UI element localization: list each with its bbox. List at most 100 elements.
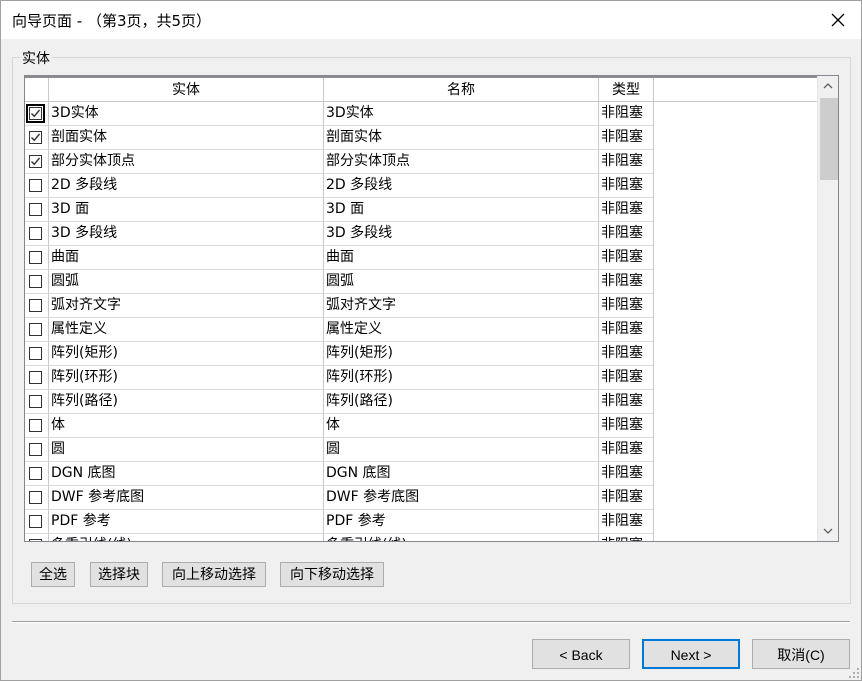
cancel-button[interactable]: 取消(C) bbox=[752, 639, 850, 669]
row-checkbox[interactable] bbox=[29, 323, 42, 336]
row-entity-cell[interactable]: PDF 参考 bbox=[49, 510, 324, 534]
header-entity[interactable]: 实体 bbox=[49, 78, 324, 102]
table-row[interactable]: 阵列(矩形) 阵列(矩形) 非阻塞 bbox=[25, 342, 817, 366]
row-entity-cell[interactable]: 曲面 bbox=[49, 246, 324, 270]
next-button[interactable]: Next > bbox=[642, 639, 740, 669]
row-name-cell[interactable]: 弧对齐文字 bbox=[324, 294, 599, 318]
header-type[interactable]: 类型 bbox=[599, 78, 654, 102]
row-type-cell[interactable]: 非阻塞 bbox=[599, 222, 654, 246]
row-entity-cell[interactable]: DGN 底图 bbox=[49, 462, 324, 486]
header-name[interactable]: 名称 bbox=[324, 78, 599, 102]
row-name-cell[interactable]: 剖面实体 bbox=[324, 126, 599, 150]
row-checkbox[interactable] bbox=[29, 299, 42, 312]
row-checkbox[interactable] bbox=[29, 275, 42, 288]
table-row[interactable]: 圆弧 圆弧 非阻塞 bbox=[25, 270, 817, 294]
table-row[interactable]: 曲面 曲面 非阻塞 bbox=[25, 246, 817, 270]
row-entity-cell[interactable]: 部分实体顶点 bbox=[49, 150, 324, 174]
row-name-cell[interactable]: 3D 多段线 bbox=[324, 222, 599, 246]
entity-grid[interactable]: 实体 名称 类型 3D实体 3D实体 非阻塞 剖面实体 剖面实体 非阻塞 部分实体顶点 部分实… bbox=[24, 75, 839, 542]
row-checkbox[interactable] bbox=[29, 203, 42, 216]
row-entity-cell[interactable]: DWF 参考底图 bbox=[49, 486, 324, 510]
row-entity-cell[interactable]: 属性定义 bbox=[49, 318, 324, 342]
row-type-cell[interactable]: 非阻塞 bbox=[599, 438, 654, 462]
row-type-cell[interactable]: 非阻塞 bbox=[599, 270, 654, 294]
table-row[interactable]: 3D实体 3D实体 非阻塞 bbox=[25, 102, 817, 126]
table-row[interactable]: 多重引线(线)多重引线(线)非阻塞 bbox=[25, 534, 817, 541]
row-checkbox[interactable] bbox=[29, 467, 42, 480]
table-row[interactable]: 属性定义 属性定义 非阻塞 bbox=[25, 318, 817, 342]
row-type-cell[interactable]: 非阻塞 bbox=[599, 366, 654, 390]
row-name-cell[interactable]: PDF 参考 bbox=[324, 510, 599, 534]
row-entity-cell[interactable]: 弧对齐文字 bbox=[49, 294, 324, 318]
row-type-cell[interactable]: 非阻塞 bbox=[599, 510, 654, 534]
row-checkbox[interactable] bbox=[29, 251, 42, 264]
row-type-cell[interactable]: 非阻塞 bbox=[599, 174, 654, 198]
table-row[interactable]: 部分实体顶点 部分实体顶点 非阻塞 bbox=[25, 150, 817, 174]
row-entity-cell[interactable]: 2D 多段线 bbox=[49, 174, 324, 198]
row-entity-cell[interactable]: 阵列(矩形) bbox=[49, 342, 324, 366]
row-checkbox[interactable] bbox=[29, 491, 42, 504]
table-row[interactable]: 体体非阻塞 bbox=[25, 414, 817, 438]
row-name-cell[interactable]: 圆 bbox=[324, 438, 599, 462]
row-name-cell[interactable]: 多重引线(线) bbox=[324, 534, 599, 541]
row-type-cell[interactable]: 非阻塞 bbox=[599, 342, 654, 366]
row-name-cell[interactable]: 曲面 bbox=[324, 246, 599, 270]
row-name-cell[interactable]: 属性定义 bbox=[324, 318, 599, 342]
row-name-cell[interactable]: DGN 底图 bbox=[324, 462, 599, 486]
row-checkbox[interactable] bbox=[29, 179, 42, 192]
row-type-cell[interactable]: 非阻塞 bbox=[599, 294, 654, 318]
table-row[interactable]: DGN 底图 DGN 底图 非阻塞 bbox=[25, 462, 817, 486]
row-name-cell[interactable]: 体 bbox=[324, 414, 599, 438]
row-checkbox[interactable] bbox=[29, 131, 42, 144]
table-row[interactable]: 圆圆非阻塞 bbox=[25, 438, 817, 462]
row-checkbox[interactable] bbox=[29, 539, 42, 541]
row-name-cell[interactable]: 圆弧 bbox=[324, 270, 599, 294]
row-type-cell[interactable]: 非阻塞 bbox=[599, 246, 654, 270]
scroll-up-button[interactable] bbox=[818, 76, 838, 96]
row-checkbox[interactable] bbox=[29, 227, 42, 240]
row-name-cell[interactable]: 阵列(矩形) bbox=[324, 342, 599, 366]
move-down-button[interactable]: 向下移动选择 bbox=[280, 562, 384, 587]
row-entity-cell[interactable]: 3D 多段线 bbox=[49, 222, 324, 246]
table-row[interactable]: 剖面实体 剖面实体 非阻塞 bbox=[25, 126, 817, 150]
row-type-cell[interactable]: 非阻塞 bbox=[599, 102, 654, 126]
row-type-cell[interactable]: 非阻塞 bbox=[599, 534, 654, 541]
row-name-cell[interactable]: 部分实体顶点 bbox=[324, 150, 599, 174]
row-type-cell[interactable]: 非阻塞 bbox=[599, 462, 654, 486]
table-row[interactable]: DWF 参考底图 DWF 参考底图 非阻塞 bbox=[25, 486, 817, 510]
row-entity-cell[interactable]: 阵列(环形) bbox=[49, 366, 324, 390]
row-checkbox[interactable] bbox=[29, 395, 42, 408]
row-type-cell[interactable]: 非阻塞 bbox=[599, 198, 654, 222]
scroll-thumb[interactable] bbox=[820, 98, 838, 180]
row-entity-cell[interactable]: 3D实体 bbox=[49, 102, 324, 126]
table-row[interactable]: 3D 多段线 3D 多段线 非阻塞 bbox=[25, 222, 817, 246]
row-name-cell[interactable]: 2D 多段线 bbox=[324, 174, 599, 198]
row-type-cell[interactable]: 非阻塞 bbox=[599, 126, 654, 150]
resize-grip-icon[interactable] bbox=[848, 667, 860, 679]
row-entity-cell[interactable]: 体 bbox=[49, 414, 324, 438]
row-name-cell[interactable]: 阵列(环形) bbox=[324, 366, 599, 390]
scroll-down-button[interactable] bbox=[818, 521, 838, 541]
row-type-cell[interactable]: 非阻塞 bbox=[599, 150, 654, 174]
row-entity-cell[interactable]: 圆 bbox=[49, 438, 324, 462]
table-row[interactable]: 阵列(路径) 阵列(路径) 非阻塞 bbox=[25, 390, 817, 414]
row-name-cell[interactable]: DWF 参考底图 bbox=[324, 486, 599, 510]
row-checkbox[interactable] bbox=[29, 371, 42, 384]
row-checkbox[interactable] bbox=[29, 443, 42, 456]
row-name-cell[interactable]: 3D 面 bbox=[324, 198, 599, 222]
select-all-button[interactable]: 全选 bbox=[31, 562, 75, 587]
row-entity-cell[interactable]: 多重引线(线) bbox=[49, 534, 324, 541]
row-checkbox[interactable] bbox=[29, 155, 42, 168]
row-checkbox[interactable] bbox=[29, 419, 42, 432]
row-checkbox[interactable] bbox=[26, 104, 45, 123]
back-button[interactable]: < Back bbox=[532, 639, 630, 669]
row-name-cell[interactable]: 阵列(路径) bbox=[324, 390, 599, 414]
row-type-cell[interactable]: 非阻塞 bbox=[599, 390, 654, 414]
move-up-button[interactable]: 向上移动选择 bbox=[162, 562, 266, 587]
row-checkbox[interactable] bbox=[29, 515, 42, 528]
close-button[interactable] bbox=[815, 1, 861, 39]
row-type-cell[interactable]: 非阻塞 bbox=[599, 486, 654, 510]
table-row[interactable]: 2D 多段线 2D 多段线 非阻塞 bbox=[25, 174, 817, 198]
table-row[interactable]: 弧对齐文字 弧对齐文字 非阻塞 bbox=[25, 294, 817, 318]
row-type-cell[interactable]: 非阻塞 bbox=[599, 318, 654, 342]
